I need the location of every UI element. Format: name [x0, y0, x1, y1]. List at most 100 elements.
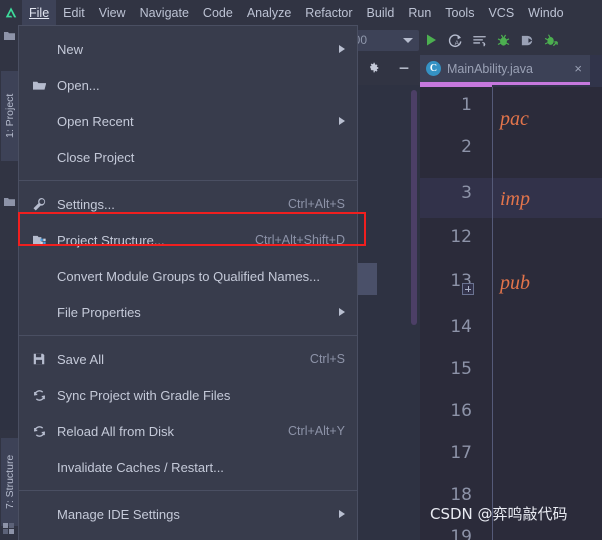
run-toolbar: l00 A — [345, 25, 602, 55]
menu-item-manage-ide-settings-label: Manage IDE Settings — [57, 506, 180, 522]
java-class-icon: C — [426, 61, 441, 76]
run-with-console-icon[interactable] — [467, 28, 491, 52]
chevron-right-icon — [339, 45, 345, 53]
module-icon — [29, 234, 49, 247]
line-number: 14 — [450, 317, 472, 337]
menu-item-open-recent-label: Open Recent — [57, 113, 134, 129]
idea-logo-icon — [0, 0, 22, 25]
menubar-item-run-label: Run — [408, 5, 432, 20]
menubar-item-run[interactable]: Run — [401, 0, 438, 25]
editor-tab-accent — [420, 84, 492, 87]
menu-item-settings-label: Settings... — [57, 196, 115, 212]
menu-item-new-projects-settings[interactable]: New Projects Settings — [19, 532, 357, 540]
svg-text:A: A — [454, 40, 459, 47]
line-number: 2 — [461, 137, 472, 157]
menu-item-close-project[interactable]: Close Project — [19, 139, 357, 175]
expand-fold-icon[interactable] — [462, 283, 474, 295]
line-number: 1 — [461, 95, 472, 115]
menubar-item-build-label: Build — [366, 5, 395, 20]
menubar-item-view-label: View — [98, 5, 126, 20]
reload-icon — [29, 424, 49, 439]
menu-item-project-structure[interactable]: Project Structure... Ctrl+Alt+Shift+D — [19, 222, 357, 258]
menu-item-sync-gradle[interactable]: Sync Project with Gradle Files — [19, 377, 357, 413]
menu-item-project-structure-accel: Ctrl+Alt+Shift+D — [255, 233, 345, 247]
menubar-item-file[interactable]: File — [22, 0, 57, 25]
menu-item-reload-all-from-disk[interactable]: Reload All from Disk Ctrl+Alt+Y — [19, 413, 357, 449]
menu-item-close-project-label: Close Project — [57, 149, 135, 165]
line-number: 15 — [450, 359, 472, 379]
close-icon[interactable]: × — [572, 62, 584, 75]
menu-item-open[interactable]: Open... — [19, 67, 357, 103]
menu-item-manage-ide-settings[interactable]: Manage IDE Settings — [19, 496, 357, 532]
menubar-item-analyze[interactable]: Analyze — [240, 0, 298, 25]
menubar-item-navigate-label: Navigate — [139, 5, 189, 20]
menu-item-new-label: New — [57, 41, 84, 57]
gear-icon[interactable] — [366, 61, 380, 80]
run-icon[interactable] — [419, 28, 443, 52]
menu-item-open-label: Open... — [57, 77, 100, 93]
menu-item-save-all[interactable]: Save All Ctrl+S — [19, 341, 357, 377]
menubar-item-vcs[interactable]: VCS — [481, 0, 521, 25]
wrench-icon — [29, 197, 49, 212]
menu-item-file-properties[interactable]: File Properties — [19, 294, 357, 330]
chevron-right-icon — [339, 308, 345, 316]
code-token: imp — [500, 188, 530, 210]
editor-scrollbar-vertical[interactable] — [411, 90, 417, 325]
menubar-item-view[interactable]: View — [92, 0, 133, 25]
profile-icon[interactable] — [515, 28, 539, 52]
editor-tab-bar: C MainAbility.java × — [420, 55, 602, 87]
menu-item-settings[interactable]: Settings... Ctrl+Alt+S — [19, 186, 357, 222]
ide-window: 1: Project 7: Structure l00 A C MainAbil… — [0, 0, 602, 540]
chevron-down-icon — [403, 37, 413, 43]
attach-debugger-icon[interactable] — [539, 28, 563, 52]
menu-item-convert-module-groups-label: Convert Module Groups to Qualified Names… — [57, 268, 321, 284]
debug-icon[interactable] — [491, 28, 515, 52]
project-folder-icon — [3, 29, 16, 42]
menu-item-invalidate-caches-label: Invalidate Caches / Restart... — [57, 459, 224, 475]
menu-item-file-properties-label: File Properties — [57, 304, 141, 320]
menu-item-reload-all-from-disk-label: Reload All from Disk — [57, 423, 175, 439]
line-number: 17 — [450, 443, 472, 463]
menu-item-convert-module-groups[interactable]: Convert Module Groups to Qualified Names… — [19, 258, 357, 294]
menubar-item-tools[interactable]: Tools — [438, 0, 481, 25]
menubar-item-code-label: Code — [202, 5, 233, 20]
folder-open-icon — [29, 79, 49, 92]
menu-separator — [19, 490, 357, 491]
menubar-item-edit[interactable]: Edit — [56, 0, 92, 25]
line-number: 16 — [450, 401, 472, 421]
minimize-icon[interactable] — [397, 61, 411, 80]
menu-item-settings-accel: Ctrl+Alt+S — [288, 197, 345, 211]
menu-item-project-structure-label: Project Structure... — [57, 232, 165, 248]
sync-icon — [29, 388, 49, 403]
editor-gutter[interactable]: 1 2 3 12 13 14 15 16 17 18 19 — [420, 87, 490, 540]
menubar-item-build[interactable]: Build — [360, 0, 402, 25]
menu-item-sync-gradle-label: Sync Project with Gradle Files — [57, 387, 231, 403]
line-number: 18 — [450, 485, 472, 505]
code-token: pac — [500, 108, 529, 130]
menu-item-save-all-label: Save All — [57, 351, 104, 367]
chevron-right-icon — [339, 117, 345, 125]
structure-icon — [3, 522, 16, 535]
rerun-with-coverage-icon[interactable]: A — [443, 28, 467, 52]
editor-tab-mainability[interactable]: C MainAbility.java × — [420, 55, 590, 85]
menu-separator — [19, 180, 357, 181]
menubar-item-navigate[interactable]: Navigate — [133, 0, 196, 25]
favorites-folder-icon — [3, 195, 16, 208]
watermark-text: CSDN @弈鸣敲代码 — [430, 505, 568, 523]
menu-item-open-recent[interactable]: Open Recent — [19, 103, 357, 139]
main-menu-bar: File Edit View Navigate Code Analyze Ref… — [0, 0, 602, 25]
menubar-item-window[interactable]: Windo — [521, 0, 570, 25]
line-number: 19 — [450, 527, 472, 540]
menubar-item-code[interactable]: Code — [196, 0, 240, 25]
menu-item-save-all-accel: Ctrl+S — [309, 352, 345, 366]
sidebar-tab-structure[interactable]: 7: Structure — [1, 438, 19, 526]
code-token: pub — [500, 272, 530, 294]
save-icon — [29, 352, 49, 366]
tool-window-header — [357, 55, 421, 85]
menu-item-invalidate-caches[interactable]: Invalidate Caches / Restart... — [19, 449, 357, 485]
sidebar-tab-project[interactable]: 1: Project — [1, 71, 19, 161]
menu-item-new[interactable]: New — [19, 31, 357, 67]
menubar-item-refactor[interactable]: Refactor — [298, 0, 359, 25]
menubar-item-refactor-label: Refactor — [305, 5, 353, 20]
line-number: 12 — [450, 227, 472, 247]
